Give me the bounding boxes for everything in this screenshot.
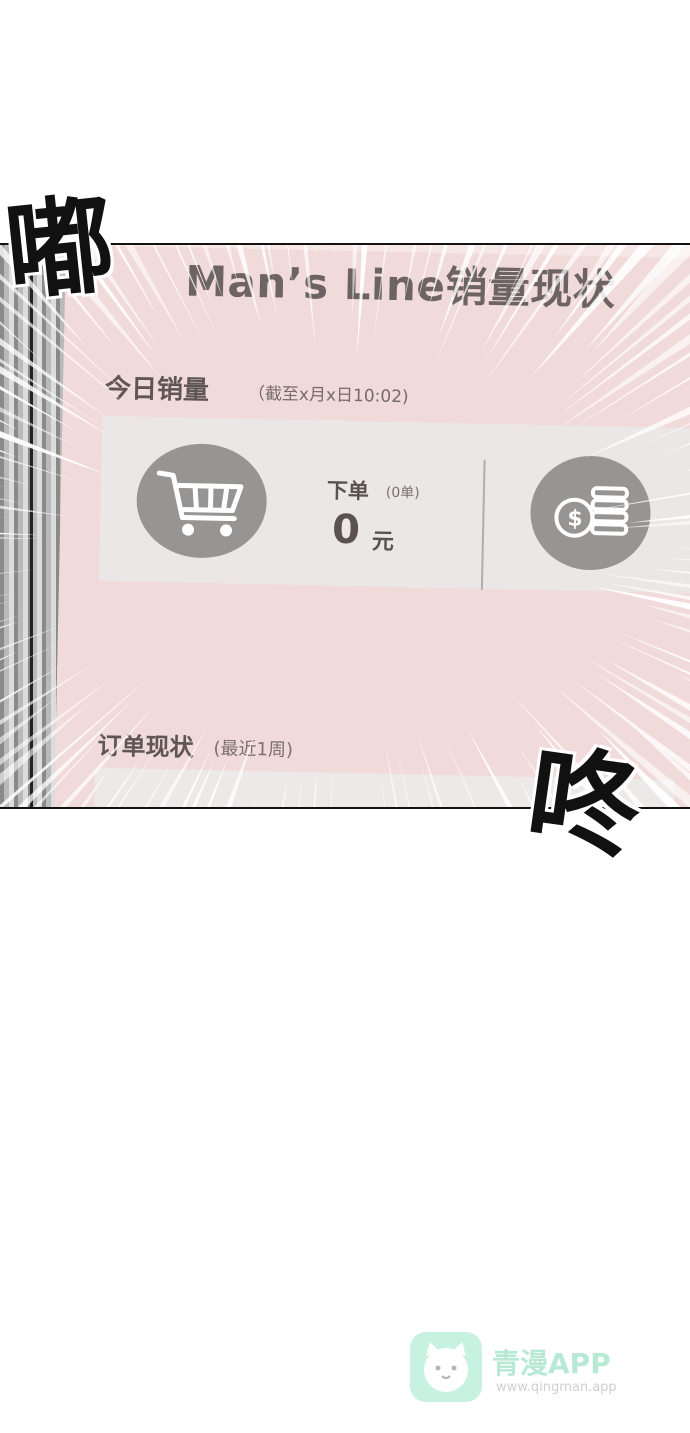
sfx-right: 咚	[519, 731, 649, 877]
speed-line	[395, 742, 411, 807]
speed-line	[356, 245, 368, 357]
speed-line	[0, 532, 42, 536]
speed-line	[660, 558, 690, 561]
speed-line	[480, 245, 546, 354]
speed-line	[0, 456, 89, 485]
speed-line	[613, 630, 690, 663]
speed-line	[354, 799, 355, 807]
speed-line	[0, 498, 22, 503]
speed-line	[480, 245, 587, 390]
speed-line	[555, 313, 690, 419]
speed-line	[428, 245, 449, 308]
speed-line	[313, 771, 318, 807]
speed-line	[0, 600, 13, 604]
speed-line	[298, 775, 303, 807]
speed-line	[371, 245, 388, 359]
speed-lines-effect	[0, 245, 690, 807]
speed-line	[437, 721, 477, 807]
watermark: 青漫APP www.qingman.app	[410, 1332, 650, 1404]
speed-line	[106, 754, 144, 807]
speed-line	[485, 245, 559, 362]
speed-line	[680, 406, 690, 413]
speed-line	[0, 674, 118, 766]
speed-line	[303, 245, 316, 349]
watermark-name: 青漫APP	[492, 1347, 611, 1380]
speed-line	[400, 245, 403, 257]
speed-line	[0, 642, 62, 672]
speed-line	[0, 358, 104, 427]
speed-line	[597, 573, 690, 588]
speed-line	[482, 245, 508, 301]
speed-line	[651, 618, 690, 633]
speed-line	[384, 738, 398, 807]
speed-line	[330, 764, 333, 807]
comic-panel: Man’s Line销量现状 今日销量 （截至x月x日10:02) 下单 (0单…	[0, 243, 690, 809]
speed-line	[414, 245, 433, 315]
speed-line	[158, 723, 210, 807]
speed-line	[0, 569, 38, 574]
speed-line	[281, 781, 288, 807]
speed-line	[668, 548, 690, 550]
speed-line	[225, 730, 257, 807]
speed-line	[415, 729, 443, 807]
speed-line	[17, 695, 138, 807]
speed-line	[618, 520, 690, 529]
speed-line	[0, 614, 22, 622]
sfx-left: 嘟	[0, 181, 121, 318]
speed-line	[586, 492, 690, 512]
watermark-url: www.qingman.app	[496, 1380, 617, 1395]
speed-line	[607, 583, 690, 601]
speed-line	[567, 352, 690, 433]
speed-line	[0, 485, 7, 488]
speed-line	[0, 621, 20, 629]
speed-line	[191, 759, 215, 807]
speed-line	[80, 768, 110, 807]
speed-line	[334, 245, 335, 258]
cat-logo-icon	[410, 1332, 482, 1402]
speed-line	[403, 245, 417, 303]
speed-line	[0, 516, 6, 518]
speed-line	[0, 505, 71, 517]
